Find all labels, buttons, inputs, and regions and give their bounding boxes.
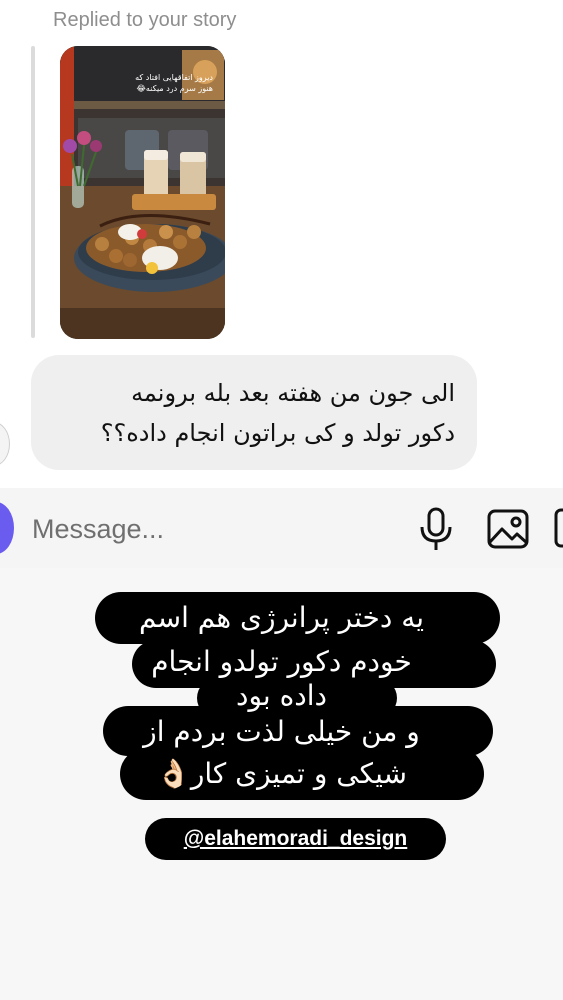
message-line-2: دکور تولد و کی براتون انجام داده؟؟ xyxy=(100,419,455,447)
message-input[interactable] xyxy=(30,510,394,548)
caption-line-5: شیکی و تمیزی کار👌🏻 xyxy=(156,757,407,790)
mention-sticker[interactable]: @elahemoradi_design xyxy=(145,818,446,860)
replied-to-story-label: Replied to your story xyxy=(53,9,237,31)
gallery-icon[interactable] xyxy=(486,508,530,550)
caption-line-3: داده بود xyxy=(235,679,327,712)
caption-line-4: و من خیلی لذت بردم از xyxy=(143,715,420,748)
sender-avatar[interactable] xyxy=(0,422,10,466)
story-thumbnail[interactable]: دیروز اتفاقهایی افتاد که هنوز سرم درد می… xyxy=(60,46,225,339)
mention-handle: @elahemoradi_design xyxy=(183,827,408,850)
caption-line-1: یه دختر پرانرژی هم اسم xyxy=(138,601,425,634)
message-bubble[interactable]: الی جون من هفته بعد بله برونمه دکور تولد… xyxy=(31,355,477,470)
sticker-icon[interactable] xyxy=(553,508,563,548)
story-caption: دیروز اتفاقهایی افتاد که هنوز سرم درد می… xyxy=(135,73,213,93)
chat-thread: Replied to your story دیروز اتفاقهایی اف… xyxy=(0,0,563,488)
message-line-1: الی جون من هفته بعد بله برونمه xyxy=(131,379,455,407)
quote-bar xyxy=(31,46,35,338)
camera-icon[interactable] xyxy=(0,502,14,554)
microphone-icon[interactable] xyxy=(416,506,456,552)
message-composer xyxy=(0,488,563,568)
